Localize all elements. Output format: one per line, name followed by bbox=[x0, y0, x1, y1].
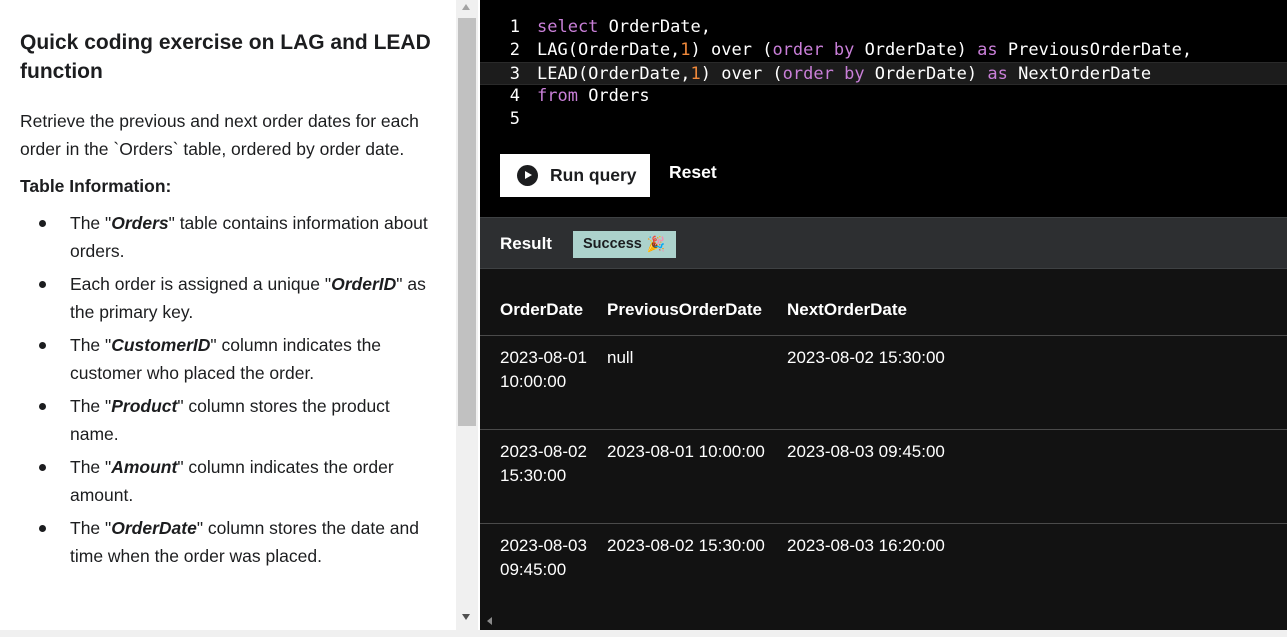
table-info-list: The "Orders" table contains information … bbox=[20, 209, 440, 570]
instructions-content: Quick coding exercise on LAG and LEAD fu… bbox=[20, 28, 440, 575]
table-info-item: The "Orders" table contains information … bbox=[20, 209, 440, 265]
code-line[interactable]: 4 from Orders bbox=[480, 85, 1287, 108]
reset-button[interactable]: Reset bbox=[669, 162, 717, 183]
code-line[interactable]: 5 bbox=[480, 108, 1287, 131]
code-token: ) over ( bbox=[690, 40, 773, 60]
status-text: Success bbox=[583, 236, 642, 252]
bullet-emphasis: Product bbox=[111, 396, 178, 416]
bullet-text: The " bbox=[70, 518, 112, 538]
code-text: LEAD(OrderDate,1) over (order by OrderDa… bbox=[537, 63, 1151, 86]
table-info-item: The "OrderDate" column stores the date a… bbox=[20, 514, 440, 570]
table-cell: 2023-08-02 15:30:00 bbox=[787, 335, 1287, 430]
bullet-emphasis: OrderID bbox=[331, 274, 397, 294]
bullet-text: The " bbox=[70, 457, 112, 477]
line-number: 2 bbox=[509, 40, 520, 60]
code-line[interactable]: 3 LEAD(OrderDate,1) over (order by OrderD… bbox=[480, 62, 1287, 85]
sql-code-editor[interactable]: 1 select OrderDate, 2 LAG(OrderDate,1) over… bbox=[480, 16, 1287, 132]
table-header-row: OrderDate PreviousOrderDate NextOrderDate bbox=[480, 269, 1287, 336]
table-cell: 2023-08-01 10:00:00 bbox=[607, 429, 787, 524]
code-token: Orders bbox=[577, 86, 650, 106]
table-row: 2023-08-02 15:30:00 2023-08-01 10:00:00 20… bbox=[480, 429, 1287, 524]
table-cell: 2023-08-03 09:45:00 bbox=[480, 523, 607, 618]
bullet-text: Each order is assigned a unique " bbox=[70, 274, 332, 294]
column-header: NextOrderDate bbox=[787, 269, 1287, 336]
instructions-panel: Quick coding exercise on LAG and LEAD fu… bbox=[0, 0, 456, 630]
line-number: 4 bbox=[509, 86, 520, 106]
code-token: 1 bbox=[690, 64, 701, 84]
bullet-emphasis: OrderDate bbox=[111, 518, 197, 538]
table-cell: 2023-08-02 15:30:00 bbox=[607, 523, 787, 618]
scroll-down-arrow-icon[interactable] bbox=[462, 614, 470, 620]
code-token: as bbox=[977, 40, 998, 60]
column-header: OrderDate bbox=[480, 269, 607, 336]
results-horizontal-scrollbar[interactable] bbox=[480, 612, 1287, 630]
code-token: 1 bbox=[680, 40, 691, 60]
code-text: from Orders bbox=[537, 85, 650, 108]
bullet-text: The " bbox=[70, 396, 112, 416]
table-cell: null bbox=[607, 335, 787, 430]
table-cell: 2023-08-01 10:00:00 bbox=[480, 335, 607, 430]
bullet-icon bbox=[39, 281, 46, 288]
play-icon bbox=[517, 165, 538, 186]
bullet-icon bbox=[39, 464, 46, 471]
bullet-icon bbox=[39, 403, 46, 410]
scroll-left-arrow-icon[interactable] bbox=[487, 617, 492, 625]
bullet-emphasis: CustomerID bbox=[111, 335, 211, 355]
table-info-heading: Table Information: bbox=[20, 176, 172, 196]
bullet-icon bbox=[39, 220, 46, 227]
table-row: 2023-08-03 09:45:00 2023-08-02 15:30:00 20… bbox=[480, 523, 1287, 618]
status-badge: Success 🎉 bbox=[573, 231, 676, 258]
result-label: Result bbox=[500, 234, 552, 253]
scroll-up-arrow-icon[interactable] bbox=[462, 4, 470, 10]
results-area: OrderDate PreviousOrderDate NextOrderDate … bbox=[480, 269, 1287, 630]
line-number: 5 bbox=[509, 109, 520, 129]
table-info-item: Each order is assigned a unique "OrderID… bbox=[20, 270, 440, 326]
code-token: NextOrderDate bbox=[1007, 64, 1152, 84]
column-header: PreviousOrderDate bbox=[607, 269, 787, 336]
code-token: as bbox=[987, 64, 1008, 84]
bullet-text: The " bbox=[70, 335, 112, 355]
code-token: select bbox=[537, 17, 599, 37]
code-token: OrderDate, bbox=[598, 17, 712, 37]
run-query-button[interactable]: Run query bbox=[500, 154, 650, 197]
run-query-label: Run query bbox=[550, 165, 637, 185]
party-popper-icon: 🎉 bbox=[646, 236, 666, 253]
table-cell: 2023-08-03 09:45:00 bbox=[787, 429, 1287, 524]
table-row: 2023-08-01 10:00:00 null 2023-08-02 15:30:… bbox=[480, 335, 1287, 430]
code-token: LAG(OrderDate, bbox=[537, 40, 681, 60]
table-info-item: The "Amount" column indicates the order … bbox=[20, 453, 440, 509]
table-info-item: The "CustomerID" column indicates the cu… bbox=[20, 331, 440, 387]
code-token: PreviousOrderDate, bbox=[997, 40, 1193, 60]
code-text: LAG(OrderDate,1) over (order by OrderDat… bbox=[537, 39, 1192, 62]
code-token: LEAD(OrderDate, bbox=[537, 64, 691, 84]
table-cell: 2023-08-02 15:30:00 bbox=[480, 429, 607, 524]
line-number: 3 bbox=[509, 64, 520, 84]
result-header: Result Success 🎉 bbox=[480, 217, 1287, 269]
code-line[interactable]: 1 select OrderDate, bbox=[480, 16, 1287, 39]
bullet-icon bbox=[39, 342, 46, 349]
result-table: OrderDate PreviousOrderDate NextOrderDate … bbox=[480, 269, 1287, 618]
code-text: select OrderDate, bbox=[537, 16, 711, 39]
code-token: order by bbox=[782, 64, 865, 84]
code-token: order by bbox=[772, 40, 855, 60]
code-token: from bbox=[537, 86, 578, 106]
workspace-panel: 1 select OrderDate, 2 LAG(OrderDate,1) over… bbox=[480, 0, 1287, 630]
instructions-scrollbar[interactable] bbox=[456, 0, 478, 630]
exercise-description: Retrieve the previous and next order dat… bbox=[20, 111, 419, 159]
code-token: OrderDate) bbox=[854, 40, 978, 60]
bullet-icon bbox=[39, 525, 46, 532]
bullet-emphasis: Orders bbox=[111, 213, 169, 233]
bullet-text: The " bbox=[70, 213, 112, 233]
exercise-title: Quick coding exercise on LAG and LEAD fu… bbox=[20, 31, 431, 83]
table-info-item: The "Product" column stores the product … bbox=[20, 392, 440, 448]
code-token: ) over ( bbox=[700, 64, 783, 84]
table-cell: 2023-08-03 16:20:00 bbox=[787, 523, 1287, 618]
code-line[interactable]: 2 LAG(OrderDate,1) over (order by OrderDa… bbox=[480, 39, 1287, 62]
scrollbar-thumb[interactable] bbox=[458, 18, 476, 426]
line-number: 1 bbox=[509, 17, 520, 37]
bullet-emphasis: Amount bbox=[111, 457, 178, 477]
code-token: OrderDate) bbox=[864, 64, 988, 84]
window-bottom-edge bbox=[0, 630, 1287, 637]
